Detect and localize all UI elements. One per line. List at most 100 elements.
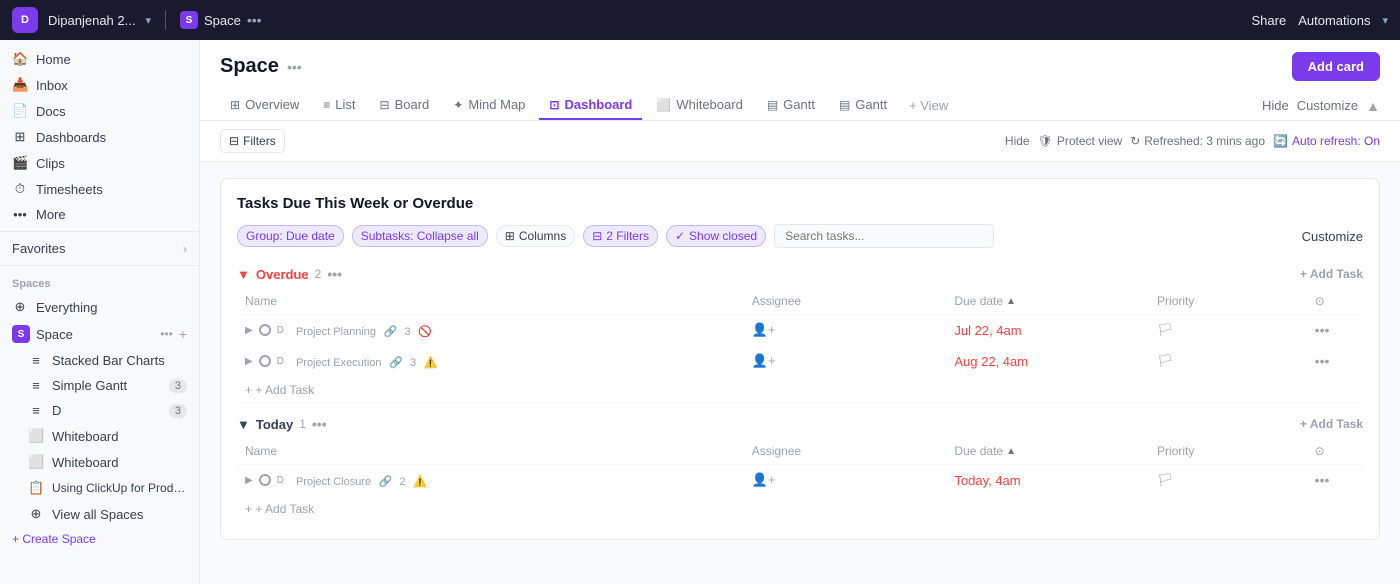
today-collapse-icon[interactable]: ▼	[237, 417, 250, 432]
tab-overview[interactable]: ⊞ Overview	[220, 91, 309, 120]
widget-customize-button[interactable]: Customize	[1302, 229, 1363, 244]
space-breadcrumb-name: Space	[204, 13, 241, 28]
overdue-add-task[interactable]: + Add Task	[1300, 267, 1363, 281]
refresh-icon: ↻	[1130, 134, 1140, 148]
sidebar-item-d[interactable]: ≡ D 3	[0, 398, 199, 423]
tab-whiteboard[interactable]: ⬜ Whiteboard	[646, 91, 752, 120]
sidebar-item-timesheets[interactable]: ⏱ Timesheets	[0, 176, 199, 202]
sidebar-item-whiteboard2[interactable]: ⬜ Whiteboard	[0, 449, 199, 475]
today-add-task-row[interactable]: + + Add Task	[237, 496, 1363, 523]
collapse-icon[interactable]: ▲	[1366, 98, 1380, 114]
task3-priority-cell: 🏳	[1149, 465, 1307, 496]
sidebar-whiteboard2-label: Whiteboard	[52, 455, 187, 470]
task3-expand-icon[interactable]: ▶	[245, 475, 253, 486]
share-button[interactable]: Share	[1252, 13, 1287, 28]
sidebar-item-whiteboard1[interactable]: ⬜ Whiteboard	[0, 423, 199, 449]
add-card-button[interactable]: Add card	[1292, 52, 1380, 81]
dashboards-icon: ⊞	[12, 129, 28, 145]
task3-more-button[interactable]: •••	[1315, 472, 1330, 488]
space-dots[interactable]: •••	[247, 12, 262, 28]
table-row[interactable]: ▶ D Project Execution 🔗 3 ⚠️	[237, 346, 1363, 377]
columns-tag[interactable]: ⊞ Columns	[496, 225, 575, 247]
sidebar-item-clips[interactable]: 🎬 Clips	[0, 150, 199, 176]
sidebar-item-home[interactable]: 🏠 Home	[0, 46, 199, 72]
task1-assignee-cell: 👤+	[744, 315, 947, 346]
topbar-chevron-down-icon[interactable]: ▾	[1382, 14, 1388, 27]
sidebar-item-view-all-spaces[interactable]: ⊕ View all Spaces	[0, 501, 199, 527]
today-col-name-header: Name	[237, 438, 744, 465]
task1-more-button[interactable]: •••	[1315, 322, 1330, 338]
tab-board[interactable]: ⊟ Board	[370, 91, 440, 120]
tab-whiteboard-label: Whiteboard	[676, 97, 742, 112]
tab-mindmap[interactable]: ✦ Mind Map	[443, 91, 535, 120]
subtasks-collapse-tag[interactable]: Subtasks: Collapse all	[352, 225, 488, 247]
today-add-task-cell[interactable]: + + Add Task	[237, 496, 1363, 523]
today-col-options-header: ⊙	[1307, 438, 1363, 465]
task1-warning: 🚫	[418, 326, 432, 338]
task3-status-dot[interactable]	[259, 474, 271, 486]
sidebar-space-add[interactable]: +	[179, 326, 187, 342]
filters-button[interactable]: ⊟ Filters	[220, 129, 285, 153]
sidebar-item-inbox[interactable]: 📥 Inbox	[0, 72, 199, 98]
sidebar-item-stacked-bar-charts[interactable]: ≡ Stacked Bar Charts	[0, 348, 199, 373]
task2-status-dot[interactable]	[259, 355, 271, 367]
tab-gantt1[interactable]: ▤ Gantt	[757, 91, 825, 120]
task3-d-label: D	[277, 475, 284, 486]
tab-customize-button[interactable]: Customize	[1297, 98, 1358, 113]
show-closed-tag[interactable]: ✓ Show closed	[666, 225, 766, 247]
sidebar-item-more[interactable]: ••• More	[0, 202, 199, 227]
task2-assignee-icon[interactable]: 👤+	[752, 353, 776, 368]
inbox-icon: 📥	[12, 77, 28, 93]
protect-view-button[interactable]: 🛡 Protect view	[1038, 134, 1123, 148]
tab-hide-button[interactable]: Hide	[1262, 98, 1289, 113]
auto-refresh-toggle[interactable]: 🔄 Auto refresh: On	[1273, 134, 1380, 148]
table-row[interactable]: ▶ D Project Closure 🔗 2 ⚠️	[237, 465, 1363, 496]
tab-list-label: List	[335, 97, 355, 112]
overdue-collapse-icon[interactable]: ▼	[237, 267, 250, 282]
tab-add-view[interactable]: + View	[901, 92, 956, 119]
hide-button[interactable]: Hide	[1005, 134, 1030, 148]
sidebar-item-everything[interactable]: ⊕ Everything	[0, 294, 199, 320]
sidebar-space-icon: S	[12, 325, 30, 343]
task3-priority-flag[interactable]: 🏳	[1157, 472, 1174, 487]
widget-scroll-area[interactable]: ▼ Overdue 2 ••• + Add Task Name	[237, 260, 1363, 523]
overdue-add-task-cell[interactable]: + + Add Task	[237, 377, 1363, 404]
columns-label: Columns	[519, 229, 566, 243]
sidebar-item-create-space[interactable]: + Create Space	[0, 527, 199, 551]
table-row[interactable]: ▶ D Project Planning 🔗 3 🚫	[237, 315, 1363, 346]
workspace-name[interactable]: Dipanjenah 2...	[48, 13, 135, 28]
group-due-date-tag[interactable]: Group: Due date	[237, 225, 344, 247]
sidebar-item-dashboards[interactable]: ⊞ Dashboards	[0, 124, 199, 150]
tab-dashboard[interactable]: ⊡ Dashboard	[539, 91, 642, 120]
sidebar-space-item[interactable]: S Space ••• +	[0, 320, 199, 348]
sidebar-item-docs[interactable]: 📄 Docs	[0, 98, 199, 124]
task1-assignee-icon[interactable]: 👤+	[752, 322, 776, 337]
widget-toolbar: Group: Due date Subtasks: Collapse all ⊞…	[237, 224, 1363, 248]
task2-more-button[interactable]: •••	[1315, 353, 1330, 369]
home-icon: 🏠	[12, 51, 28, 67]
today-dots[interactable]: •••	[312, 416, 327, 432]
task2-expand-icon[interactable]: ▶	[245, 356, 253, 367]
task3-assignee-icon[interactable]: 👤+	[752, 472, 776, 487]
task-search-input[interactable]	[774, 224, 994, 248]
tab-list[interactable]: ≡ List	[313, 91, 365, 120]
today-add-task[interactable]: + Add Task	[1300, 417, 1363, 431]
workspace-chevron-icon[interactable]: ▾	[145, 14, 151, 27]
title-dots[interactable]: •••	[287, 59, 302, 75]
timesheets-icon: ⏱	[12, 181, 28, 197]
automations-button[interactable]: Automations	[1298, 13, 1370, 28]
sidebar-create-space-label: + Create Space	[12, 532, 187, 546]
tab-gantt2[interactable]: ▤ Gantt	[829, 91, 897, 120]
sidebar-space-dots[interactable]: •••	[160, 327, 173, 341]
task1-status-dot[interactable]	[259, 324, 271, 336]
overdue-dots[interactable]: •••	[327, 266, 342, 282]
sidebar-item-using-clickup[interactable]: 📋 Using ClickUp for Producti...	[0, 475, 199, 501]
sidebar-favorites[interactable]: Favorites ›	[0, 236, 199, 261]
workspace-avatar[interactable]: D	[12, 7, 38, 33]
task2-priority-flag[interactable]: 🏳	[1157, 353, 1174, 368]
task1-priority-flag[interactable]: 🏳	[1157, 322, 1174, 337]
sidebar-item-simple-gantt[interactable]: ≡ Simple Gantt 3	[0, 373, 199, 398]
filters-tag[interactable]: ⊟ 2 Filters	[583, 225, 658, 247]
overdue-add-task-row[interactable]: + + Add Task	[237, 377, 1363, 404]
task1-expand-icon[interactable]: ▶	[245, 325, 253, 336]
